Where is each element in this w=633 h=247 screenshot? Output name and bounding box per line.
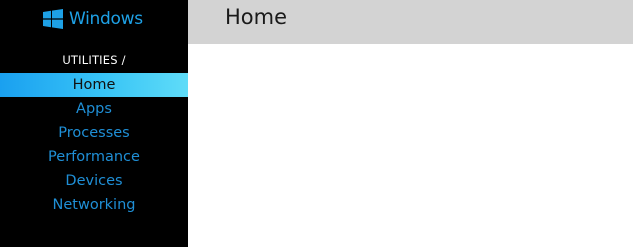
page-header: Home — [188, 0, 633, 44]
sidebar-item-apps[interactable]: Apps — [0, 97, 188, 121]
page-title: Home — [225, 5, 288, 29]
brand[interactable]: Windows — [43, 8, 143, 30]
brand-name: Windows — [69, 9, 143, 29]
section-header: UTILITIES / — [62, 53, 126, 67]
sidebar-item-home[interactable]: Home — [0, 73, 188, 97]
sidebar-item-processes[interactable]: Processes — [0, 121, 188, 145]
sidebar-item-performance[interactable]: Performance — [0, 145, 188, 169]
windows-logo-icon — [43, 9, 63, 29]
sidebar-nav: Home Apps Processes Performance Devices … — [0, 73, 188, 217]
sidebar-item-devices[interactable]: Devices — [0, 169, 188, 193]
sidebar-item-networking[interactable]: Networking — [0, 193, 188, 217]
sidebar: Windows UTILITIES / Home Apps Processes … — [0, 0, 188, 247]
main-content — [188, 44, 633, 247]
